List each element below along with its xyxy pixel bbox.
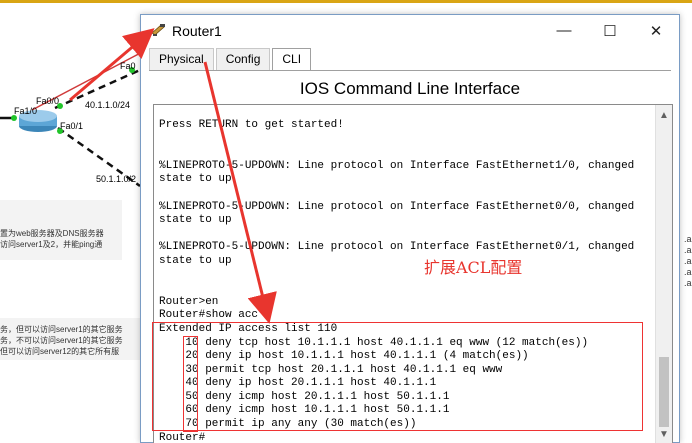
port-label: Fa0/0 bbox=[36, 96, 60, 106]
edge-text: .a bbox=[684, 278, 692, 288]
terminal-line: Router>en bbox=[159, 295, 219, 308]
terminal-line: Router#show acc bbox=[159, 309, 259, 322]
note-text: 务，但可以访问server1的其它服务 bbox=[0, 325, 123, 334]
network-label: 40.1.1.0/24 bbox=[85, 100, 131, 110]
window-title: Router1 bbox=[172, 23, 222, 39]
note-text: 置为web服务器及DNS服务器 bbox=[0, 229, 104, 238]
terminal-line: state to up bbox=[159, 254, 232, 267]
acl-sequence-highlight bbox=[183, 336, 198, 432]
tab-physical[interactable]: Physical bbox=[149, 48, 214, 70]
cli-heading: IOS Command Line Interface bbox=[299, 79, 521, 98]
note-text: 务，不可以访问server1的其它服务 bbox=[0, 336, 123, 345]
minimize-button[interactable]: — bbox=[541, 15, 587, 46]
terminal-line: %LINEPROTO-5-UPDOWN: Line protocol on In… bbox=[159, 159, 635, 172]
terminal-line: Press RETURN to get started! bbox=[159, 119, 344, 131]
annotation-label: 扩展ACL配置 bbox=[424, 258, 523, 277]
terminal-scrollbar[interactable]: ▲ ▼ bbox=[655, 105, 672, 443]
edge-text: .a bbox=[684, 267, 692, 277]
maximize-button[interactable]: ☐ bbox=[587, 15, 633, 46]
port-label: Fa0/1 bbox=[60, 121, 84, 131]
terminal-line: Router# bbox=[159, 431, 206, 443]
tab-config[interactable]: Config bbox=[215, 48, 271, 70]
router-icon bbox=[151, 24, 165, 36]
scroll-thumb[interactable] bbox=[659, 357, 669, 427]
chevron-down-icon[interactable]: ▼ bbox=[656, 426, 672, 442]
tab-bar: Physical Config CLI bbox=[149, 48, 313, 71]
chevron-up-icon[interactable]: ▲ bbox=[656, 107, 672, 123]
terminal-line: %LINEPROTO-5-UPDOWN: Line protocol on In… bbox=[159, 241, 635, 254]
network-label: 50.1.1.0/2 bbox=[96, 174, 137, 184]
acl-highlight-box bbox=[152, 322, 643, 431]
port-label: Fa0 bbox=[120, 61, 136, 71]
port-label: Fa1/0 bbox=[14, 106, 38, 116]
tab-cli[interactable]: CLI bbox=[272, 48, 312, 71]
title-bar[interactable]: Router1 — ☐ ✕ bbox=[141, 15, 679, 46]
terminal-line: state to up bbox=[159, 214, 232, 227]
terminal-line: state to up bbox=[159, 173, 232, 186]
edge-text: .a bbox=[684, 256, 692, 266]
edge-text: .a bbox=[684, 234, 692, 244]
close-button[interactable]: ✕ bbox=[633, 15, 679, 46]
terminal-line: %LINEPROTO-5-UPDOWN: Line protocol on In… bbox=[159, 200, 635, 213]
note-text: 访问server1及2，并能ping通 bbox=[0, 240, 103, 249]
note-text: 但可以访问server12的其它所有服 bbox=[0, 347, 120, 356]
tab-divider bbox=[149, 70, 671, 71]
edge-text: .a bbox=[684, 245, 692, 255]
